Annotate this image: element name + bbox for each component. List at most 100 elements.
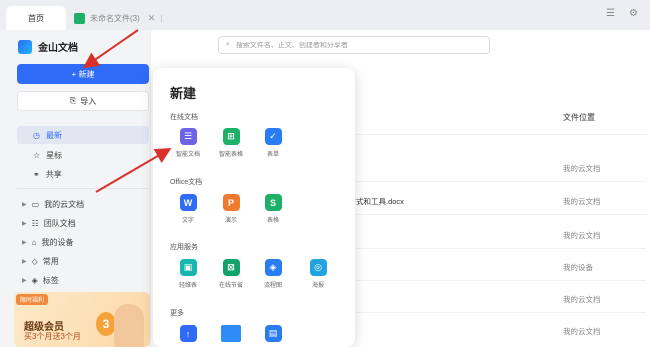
tab-document[interactable]: 未命名文件(3) ✕ |: [68, 6, 168, 30]
doc-icon: ☰: [179, 128, 197, 145]
new-folder-item[interactable]: [216, 325, 246, 342]
new-online-save[interactable]: ⊠ 在线节省: [216, 259, 246, 289]
table-row-location: 我的云文档: [563, 164, 601, 173]
doc-file-icon: [74, 12, 85, 24]
row-divider: [356, 312, 646, 313]
item-label: 表单: [266, 152, 279, 158]
app-logo-icon: [18, 39, 32, 54]
tab-home-label: 首页: [28, 13, 44, 23]
team-icon: ☷: [31, 218, 39, 228]
new-smart-sheet[interactable]: ⊞ 智能表格: [216, 128, 246, 158]
item-label: 流程图: [263, 283, 282, 289]
item-label: 演示: [224, 218, 237, 224]
new-smart-doc[interactable]: ☰ 智能文档: [173, 128, 203, 158]
brand: 金山文档: [18, 39, 78, 54]
tab-home[interactable]: 首页: [6, 6, 66, 30]
sidebar-item-starred[interactable]: ☆ 星标: [17, 146, 149, 164]
device-icon: ⌂: [31, 237, 37, 247]
table-row-location: 我的设备: [563, 263, 593, 272]
form-icon: ✓: [264, 128, 282, 145]
frequent-icon: ◇: [31, 256, 38, 266]
close-tab-icon[interactable]: ✕: [148, 13, 156, 24]
new-form[interactable]: ✓ 表单: [258, 128, 288, 158]
item-label: 轻维表: [178, 283, 197, 289]
import-icon: ⎘: [69, 96, 77, 105]
sidebar-item-label: 共享: [45, 169, 62, 179]
tab-bar: 首页 未命名文件(3) ✕ | ☰ ⚙: [0, 0, 650, 30]
save-icon: ⊠: [222, 259, 240, 276]
new-popup-menu: 新建 在线文档 ☰ 智能文档 ⊞ 智能表格 ✓ 表单 Office文档 W 文字…: [153, 68, 355, 347]
new-flowchart[interactable]: ◈ 流程图: [258, 259, 288, 289]
upload-item[interactable]: ↑: [173, 325, 203, 342]
search-input[interactable]: [235, 41, 466, 49]
promo-banner[interactable]: 限时福利 超级会员 买3个月送3个月 3: [14, 292, 150, 347]
sidebar-tree-my-cloud[interactable]: ▶ ▭ 我的云文档: [22, 195, 150, 213]
expand-caret-icon[interactable]: ▶: [22, 220, 27, 227]
excel-icon: S: [264, 194, 282, 211]
db-icon: ▣: [179, 259, 197, 276]
expand-caret-icon[interactable]: ▶: [22, 239, 27, 246]
search-bar[interactable]: ⌕: [218, 36, 490, 54]
new-word[interactable]: W 文字: [173, 194, 203, 224]
popup-title: 新建: [170, 86, 197, 101]
new-button-label: + 新建: [71, 69, 95, 79]
share-icon: ⚭: [33, 169, 40, 179]
item-label: 智能文档: [175, 152, 200, 158]
table-row-location: 我的云文档: [563, 231, 601, 240]
sidebar-tree-devices[interactable]: ▶ ⌂ 我的设备: [22, 233, 150, 251]
word-icon: W: [179, 194, 197, 211]
section-online-docs: 在线文档: [170, 114, 198, 121]
sidebar-tree-label: 我的设备: [41, 237, 74, 247]
import-button-label: 导入: [80, 96, 97, 106]
template-icon: ▤: [264, 325, 282, 342]
sidebar-tree-label: 常用: [42, 256, 59, 266]
ppt-icon: P: [222, 194, 240, 211]
template-item[interactable]: ▤: [258, 325, 288, 342]
item-label: 表格: [266, 218, 279, 224]
promo-subtitle: 买3个月送3个月: [24, 332, 81, 341]
sidebar-tree-tags[interactable]: ▶ ◈ 标签: [22, 271, 150, 289]
window-controls: ☰ ⚙: [606, 8, 638, 19]
flow-icon: ◈: [264, 259, 282, 276]
upload-icon: ↑: [179, 325, 197, 342]
sidebar-item-recent[interactable]: ◷ 最新: [17, 126, 149, 144]
sidebar-tree-label: 我的云文档: [44, 199, 85, 209]
sidebar-tree-frequent[interactable]: ▶ ◇ 常用: [22, 252, 150, 270]
sidebar: 金山文档 + 新建 ⎘ 导入 ◷ 最新 ☆ 星标 ⚭ 共享 ▶ ▭ 我的云文档 …: [0, 30, 150, 347]
new-presentation[interactable]: P 演示: [216, 194, 246, 224]
new-button[interactable]: + 新建: [17, 64, 149, 84]
sheet-icon: ⊞: [222, 128, 240, 145]
sidebar-divider: [17, 188, 149, 189]
import-button[interactable]: ⎘ 导入: [17, 91, 149, 111]
promo-number-graphic: 3: [96, 312, 116, 336]
menu-icon[interactable]: ☰: [606, 8, 615, 19]
settings-icon[interactable]: ⚙: [629, 8, 638, 19]
row-divider: [356, 280, 646, 281]
tag-icon: ◈: [31, 275, 38, 285]
sidebar-tree-team[interactable]: ▶ ☷ 团队文档: [22, 214, 150, 232]
sidebar-tree-label: 标签: [42, 275, 59, 285]
promo-badge: 限时福利: [16, 294, 49, 305]
row-divider: [356, 134, 646, 135]
expand-caret-icon[interactable]: ▶: [22, 277, 27, 284]
sidebar-item-label: 最新: [45, 130, 62, 140]
sidebar-tree-label: 团队文档: [43, 218, 76, 228]
expand-caret-icon[interactable]: ▶: [22, 258, 27, 265]
brand-name: 金山文档: [38, 43, 78, 54]
section-more: 更多: [170, 310, 184, 317]
search-icon: ⌕: [226, 41, 230, 48]
table-row-location: 我的云文档: [563, 327, 601, 336]
tab-document-label: 未命名文件(3): [90, 13, 140, 23]
new-poster[interactable]: ◎ 海报: [303, 259, 333, 289]
tab-separator: |: [160, 13, 163, 23]
section-office-docs: Office文档: [170, 179, 203, 186]
folder-icon: ▭: [31, 199, 40, 209]
sidebar-item-shared[interactable]: ⚭ 共享: [17, 165, 149, 183]
new-spreadsheet[interactable]: S 表格: [258, 194, 288, 224]
row-divider: [356, 248, 646, 249]
item-label: 在线节省: [218, 283, 243, 289]
expand-caret-icon[interactable]: ▶: [22, 201, 27, 208]
new-light-db[interactable]: ▣ 轻维表: [173, 259, 203, 289]
table-row-location: 我的云文档: [563, 197, 601, 206]
star-icon: ☆: [33, 150, 41, 160]
